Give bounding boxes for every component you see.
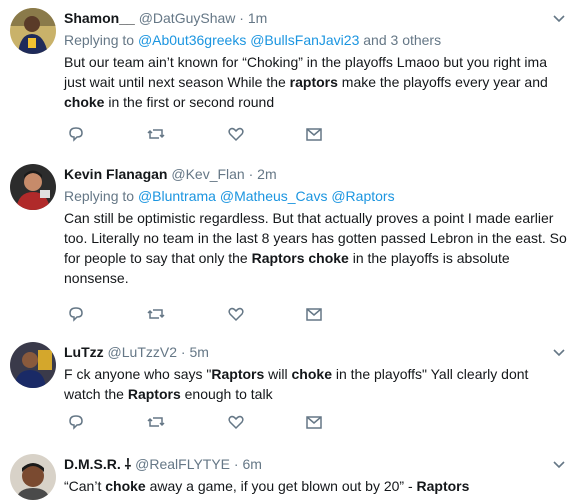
tweet[interactable]: LuTzz @LuTzzV2 · 5m F ck anyone who says… — [0, 328, 582, 441]
avatar[interactable] — [10, 8, 56, 54]
reply-prefix: Replying to — [64, 32, 138, 48]
retweet-icon — [147, 129, 165, 139]
reply-suffix: and 3 others — [359, 32, 442, 48]
caret-down-icon[interactable] — [552, 348, 566, 358]
keyword: Raptors — [416, 478, 470, 494]
retweet-icon — [147, 309, 165, 319]
reply-link[interactable]: @Raptors — [331, 188, 394, 204]
direct-message-icon — [306, 416, 322, 429]
tweet[interactable]: D.M.S.R. ⸸ @RealFLYTYE · 6m “Can’t choke… — [0, 440, 582, 500]
like-icon — [228, 127, 244, 142]
avatar[interactable] — [10, 342, 56, 388]
keyword: Raptors choke — [251, 250, 349, 266]
retweet-button[interactable] — [146, 412, 166, 432]
tweet-text: But our team ain’t known for “Choking” i… — [64, 52, 568, 112]
reply-link[interactable]: @Matheus_Cavs — [220, 188, 328, 204]
keyword: choke — [291, 366, 332, 382]
retweet-button[interactable] — [146, 124, 166, 144]
like-button[interactable] — [226, 124, 246, 144]
tweet-text: Can still be optimistic regardless. But … — [64, 208, 568, 288]
text-span: will — [264, 366, 292, 382]
separator: · — [235, 10, 248, 26]
display-name[interactable]: D.M.S.R. ⸸ — [64, 456, 131, 472]
timestamp[interactable]: 1m — [248, 10, 267, 26]
like-button[interactable] — [226, 304, 246, 324]
direct-message-icon — [306, 308, 322, 321]
reply-icon — [69, 127, 83, 142]
tweet-text: “Can’t choke away a game, if you get blo… — [64, 476, 568, 496]
reply-link[interactable]: @Ab0ut36greeks — [138, 32, 246, 48]
like-icon — [228, 415, 244, 430]
timestamp[interactable]: 6m — [242, 456, 261, 472]
reply-button[interactable] — [66, 412, 86, 432]
separator: · — [177, 344, 190, 360]
direct-message-button[interactable] — [304, 412, 324, 432]
reply-icon — [69, 415, 83, 430]
retweet-button[interactable] — [146, 304, 166, 324]
replying-to: Replying to @Bluntrama @Matheus_Cavs @Ra… — [64, 187, 568, 206]
user-handle[interactable]: @DatGuyShaw — [139, 10, 236, 26]
like-icon — [228, 307, 244, 322]
reply-link[interactable]: @BullsFanJavi23 — [250, 32, 359, 48]
keyword: raptors — [289, 74, 338, 90]
separator: · — [244, 166, 258, 182]
display-name[interactable]: Kevin Flanagan — [64, 166, 167, 182]
user-handle[interactable]: @Kev_Flan — [171, 166, 244, 182]
reply-prefix: Replying to — [64, 188, 138, 204]
caret-down-icon[interactable] — [552, 14, 566, 24]
retweet-icon — [147, 417, 165, 427]
direct-message-icon — [306, 128, 322, 141]
tweet[interactable]: Shamon__ @DatGuyShaw · 1m Replying to @A… — [0, 0, 582, 153]
text-span: in the first or second round — [104, 94, 275, 110]
caret-down-icon[interactable] — [552, 460, 566, 470]
timestamp[interactable]: 2m — [257, 166, 276, 182]
text-span: enough to talk — [180, 386, 273, 402]
text-span: F ck anyone who says " — [64, 366, 212, 382]
keyword: Raptors — [211, 366, 265, 382]
keyword: choke — [105, 478, 146, 494]
tweet-text: F ck anyone who says "Raptors will choke… — [64, 364, 568, 404]
direct-message-button[interactable] — [304, 304, 324, 324]
display-name[interactable]: LuTzz — [64, 344, 104, 360]
direct-message-button[interactable] — [304, 124, 324, 144]
reply-button[interactable] — [66, 304, 86, 324]
avatar[interactable] — [10, 454, 56, 500]
reply-icon — [69, 307, 83, 322]
reply-link[interactable]: @Bluntrama — [138, 188, 216, 204]
tweet[interactable]: Kevin Flanagan @Kev_Flan · 2m Replying t… — [0, 152, 582, 329]
text-span: “Can’t — [64, 478, 106, 494]
timestamp[interactable]: 5m — [189, 344, 208, 360]
text-span: away a game, if you get blown out by 20”… — [145, 478, 417, 494]
like-button[interactable] — [226, 412, 246, 432]
user-handle[interactable]: @LuTzzV2 — [108, 344, 177, 360]
display-name[interactable]: Shamon__ — [64, 10, 135, 26]
text-span: make the playoffs every year and — [337, 74, 548, 90]
user-handle[interactable]: @RealFLYTYE — [135, 456, 230, 472]
reply-button[interactable] — [66, 124, 86, 144]
separator: · — [230, 456, 243, 472]
keyword: Raptors — [127, 386, 181, 402]
replying-to: Replying to @Ab0ut36greeks @BullsFanJavi… — [64, 31, 568, 50]
keyword: choke — [64, 94, 105, 110]
avatar[interactable] — [10, 164, 56, 210]
